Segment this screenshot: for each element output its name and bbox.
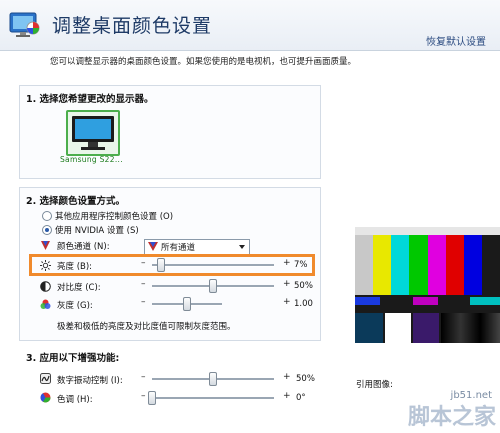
color-channel-label: 颜色通道 (N):: [57, 242, 110, 252]
restore-defaults-link[interactable]: 恢复默认设置: [426, 33, 486, 48]
contrast-minus: –: [141, 279, 146, 289]
pattern-lower-strip-cyan: [470, 297, 500, 305]
gamma-value: 1.00: [294, 299, 313, 309]
vibrance-slider[interactable]: [152, 372, 274, 386]
chevron-down-icon: [239, 245, 245, 249]
pattern-bottom-navy: [355, 313, 383, 343]
vibrance-value: 50%: [296, 374, 315, 384]
color-bar: [409, 235, 428, 295]
contrast-value: 50%: [294, 281, 313, 291]
pattern-bottom-gradient: [441, 313, 500, 343]
hue-minus: –: [141, 391, 146, 401]
vibrance-slider-thumb[interactable]: [209, 372, 217, 386]
contrast-slider-thumb[interactable]: [209, 279, 217, 293]
hue-icon: [40, 392, 51, 403]
digital-vibrance-icon: [40, 373, 51, 384]
color-bar: [481, 235, 500, 295]
color-channel-value: 所有通道: [161, 243, 196, 253]
monitor-icon: [72, 116, 114, 150]
contrast-icon: [40, 281, 51, 292]
page-title: 调整桌面颜色设置: [52, 15, 213, 37]
gamma-plus: +: [283, 297, 291, 307]
page-description: 您可以调整显示器的桌面颜色设置。如果您使用的是电视机，也可提升画面质量。: [50, 57, 357, 67]
hue-value: 0°: [296, 393, 306, 403]
vibrance-plus: +: [283, 372, 291, 382]
section2-heading: 2. 选择颜色设置方式。: [26, 196, 126, 207]
gamma-minus: –: [141, 297, 146, 307]
pattern-lower-strip-blue: [355, 297, 380, 305]
range-note: 极差和极低的亮度及对比度值可限制灰度范围。: [57, 322, 236, 332]
monitor-samsung[interactable]: [66, 110, 120, 156]
section1-heading: 1. 选择您希望更改的显示器。: [26, 94, 154, 105]
gamma-icon: [40, 299, 51, 309]
hue-slider-thumb[interactable]: [148, 391, 156, 405]
all-channels-icon: [148, 242, 158, 251]
radio-other-apps[interactable]: [42, 211, 52, 221]
reference-image-label: 引用图像:: [356, 380, 393, 390]
brightness-highlight-box: [29, 254, 315, 276]
color-bar: [373, 235, 392, 295]
pattern-lower-strip-magenta: [413, 297, 438, 305]
radio-other-apps-label: 其他应用程序控制颜色设置 (O): [55, 212, 174, 222]
monitor-label: Samsung S22...: [60, 155, 123, 164]
color-bar: [355, 235, 374, 295]
gamma-label: 灰度 (G):: [57, 301, 93, 311]
hue-plus: +: [283, 391, 291, 401]
hue-slider[interactable]: [148, 391, 274, 405]
section3-heading: 3. 应用以下增强功能:: [26, 353, 120, 364]
color-bar: [463, 235, 483, 295]
contrast-label: 对比度 (C):: [57, 283, 101, 293]
radio-nvidia-label: 使用 NVIDIA 设置 (S): [55, 226, 139, 236]
header-bar: 调整桌面颜色设置 恢复默认设置: [0, 0, 500, 51]
vibrance-label: 数字振动控制 (I):: [57, 376, 123, 386]
watermark-text: 脚本之家: [407, 404, 496, 430]
color-channel-icon: [41, 241, 50, 250]
color-test-pattern: [355, 227, 500, 343]
pattern-bottom-white: [385, 313, 411, 343]
hue-slider-track: [152, 397, 274, 400]
gamma-slider[interactable]: [152, 297, 222, 311]
color-bar: [391, 235, 410, 295]
color-bar: [427, 235, 447, 295]
display-color-icon: [9, 12, 40, 37]
hue-label: 色调 (H):: [57, 395, 93, 405]
color-channel-dropdown[interactable]: 所有通道: [144, 239, 250, 255]
pattern-bottom-purple: [413, 313, 439, 343]
color-bar: [445, 235, 465, 295]
contrast-slider[interactable]: [152, 279, 274, 293]
pattern-top-strip: [355, 227, 500, 235]
gamma-slider-thumb[interactable]: [183, 297, 191, 311]
contrast-plus: +: [283, 279, 291, 289]
radio-nvidia-settings[interactable]: [42, 225, 52, 235]
vibrance-minus: –: [141, 372, 146, 382]
